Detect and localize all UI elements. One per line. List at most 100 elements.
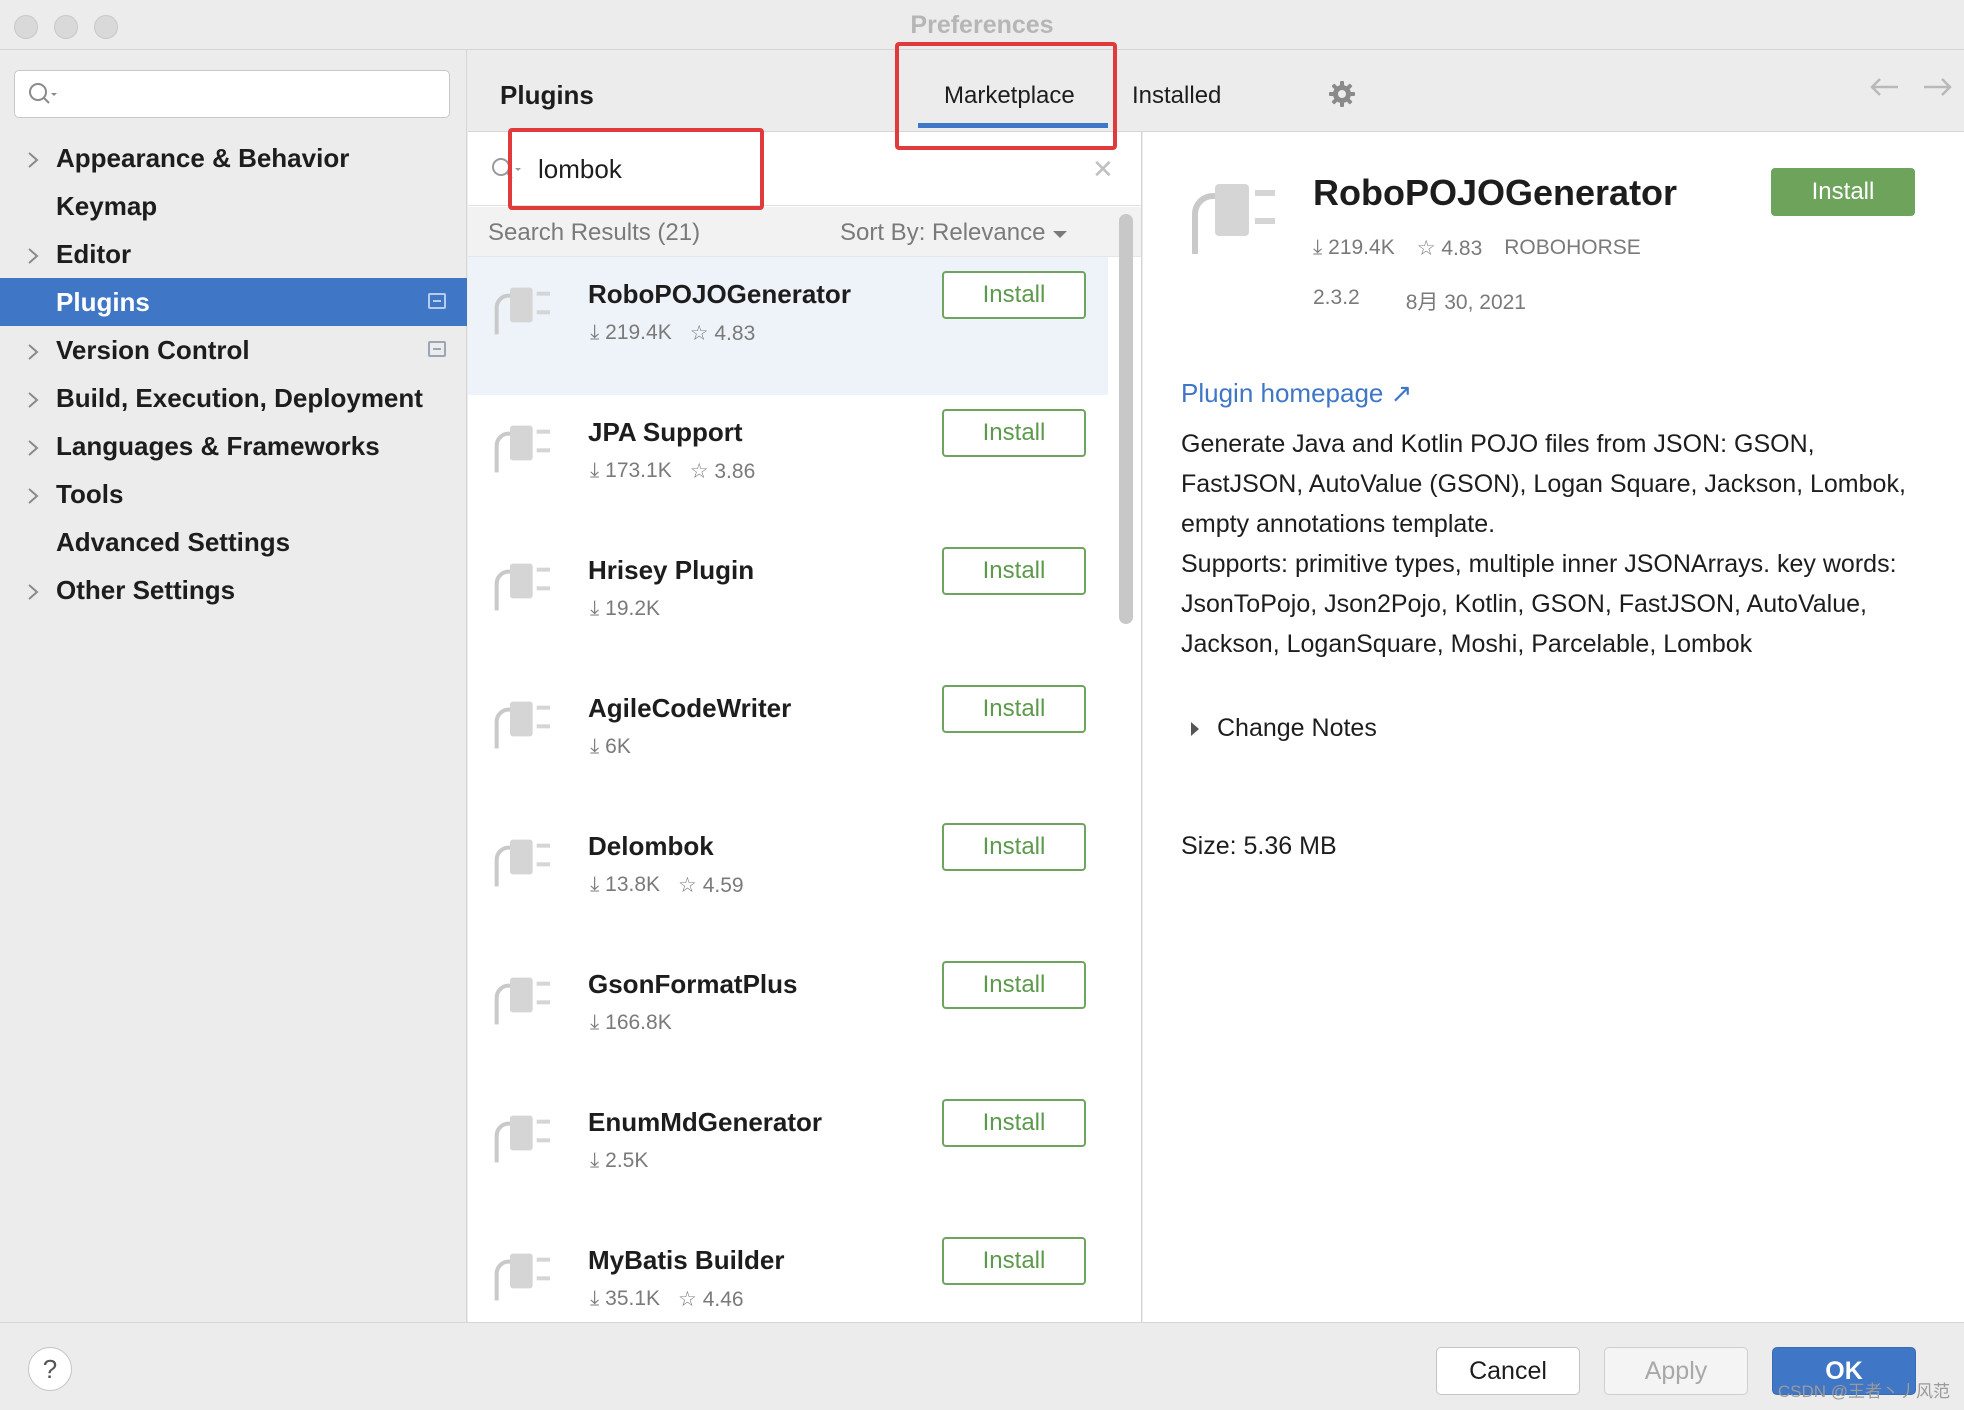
plugin-name: JPA Support	[588, 417, 743, 447]
change-notes-toggle[interactable]: Change Notes	[1191, 714, 1377, 743]
sidebar-item-tools[interactable]: Tools	[0, 470, 467, 518]
sidebar-item-build-execution-deployment[interactable]: Build, Execution, Deployment	[0, 374, 467, 422]
install-button[interactable]: Install	[942, 271, 1086, 319]
plugin-list-item[interactable]: RoboPOJOGenerator ⤓ 219.4K ☆ 4.83 Install	[468, 257, 1108, 395]
sidebar-item-editor[interactable]: Editor	[0, 230, 467, 278]
plugin-list-scrollbar[interactable]	[1119, 214, 1133, 624]
sidebar-item-label: Keymap	[56, 190, 158, 221]
install-button[interactable]: Install	[942, 1237, 1086, 1285]
sidebar-item-label: Languages & Frameworks	[56, 430, 380, 461]
chevron-right-icon[interactable]	[26, 339, 42, 361]
download-icon: ⤓	[590, 873, 600, 896]
plugin-downloads: ⤓ 2.5K	[590, 1149, 649, 1172]
detail-stats: ⤓ 219.4K ☆ 4.83 ROBOHORSE	[1313, 236, 1641, 261]
chevron-right-icon[interactable]	[26, 147, 42, 169]
back-arrow-icon[interactable]	[1868, 76, 1900, 103]
plugin-size: Size: 5.36 MB	[1181, 832, 1337, 860]
plugin-icon	[490, 1247, 554, 1316]
sidebar-item-advanced-settings[interactable]: Advanced Settings	[0, 518, 467, 566]
plugin-search-box[interactable]: ✕	[468, 132, 1141, 206]
install-button[interactable]: Install	[942, 547, 1086, 595]
plugin-stats: ⤓ 219.4K ☆ 4.83	[590, 321, 755, 346]
settings-sidebar: Appearance & Behavior Keymap Editor Plugins…	[0, 50, 467, 1322]
plugin-downloads: ⤓ 6K	[590, 735, 631, 758]
plugin-downloads: ⤓ 13.8K	[590, 873, 661, 896]
sort-dropdown[interactable]: Sort By: Relevance	[840, 219, 1068, 247]
sidebar-item-languages-frameworks[interactable]: Languages & Frameworks	[0, 422, 467, 470]
plugin-downloads: ⤓ 19.2K	[590, 597, 661, 620]
plugin-stats: ⤓ 19.2K	[590, 597, 660, 621]
plugin-stats: ⤓ 173.1K ☆ 3.86	[590, 459, 755, 484]
plugin-search-input[interactable]	[538, 150, 1018, 188]
forward-arrow-icon[interactable]	[1922, 76, 1954, 103]
plugin-stats: ⤓ 2.5K	[590, 1149, 648, 1173]
plugin-downloads: ⤓ 219.4K	[590, 321, 672, 344]
chevron-right-icon[interactable]	[26, 579, 42, 601]
plugin-icon	[490, 557, 554, 626]
chevron-right-icon[interactable]	[26, 435, 42, 457]
detail-plugin-name: RoboPOJOGenerator	[1313, 172, 1678, 213]
plugin-name: AgileCodeWriter	[588, 693, 792, 723]
plugin-name: MyBatis Builder	[588, 1245, 785, 1275]
plugin-list-item[interactable]: Delombok ⤓ 13.8K ☆ 4.59 Install	[468, 809, 1108, 947]
plugin-list-item[interactable]: MyBatis Builder ⤓ 35.1K ☆ 4.46 Install	[468, 1223, 1108, 1322]
sidebar-item-keymap[interactable]: Keymap	[0, 182, 467, 230]
detail-install-button[interactable]: Install	[1771, 168, 1915, 216]
chevron-right-icon[interactable]	[26, 387, 42, 409]
plugin-stats: ⤓ 6K	[590, 735, 631, 759]
disclosure-triangle-icon	[1191, 722, 1199, 737]
install-button[interactable]: Install	[942, 1099, 1086, 1147]
download-icon: ⤓	[590, 321, 600, 344]
results-bar: Search Results (21) Sort By: Relevance	[468, 207, 1141, 257]
sidebar-item-other-settings[interactable]: Other Settings	[0, 566, 467, 614]
apply-button[interactable]: Apply	[1604, 1347, 1748, 1395]
window-title: Preferences	[910, 11, 1054, 39]
download-icon: ⤓	[590, 597, 600, 620]
star-icon: ☆	[689, 322, 709, 345]
detail-downloads: ⤓ 219.4K	[1313, 236, 1395, 259]
plugin-list-item[interactable]: EnumMdGenerator ⤓ 2.5K Install	[468, 1085, 1108, 1223]
plugin-list-item[interactable]: JPA Support ⤓ 173.1K ☆ 3.86 Install	[468, 395, 1108, 533]
plugin-rating: ☆ 4.83	[689, 322, 756, 345]
detail-vendor[interactable]: ROBOHORSE	[1504, 236, 1641, 261]
star-icon: ☆	[1416, 237, 1436, 260]
sidebar-item-plugins[interactable]: Plugins	[0, 278, 467, 326]
sidebar-item-version-control[interactable]: Version Control	[0, 326, 467, 374]
clear-search-icon[interactable]: ✕	[1092, 154, 1114, 185]
settings-nav-tree: Appearance & Behavior Keymap Editor Plugins…	[0, 134, 467, 614]
sidebar-item-label: Plugins	[56, 286, 150, 317]
active-tab-indicator	[918, 123, 1108, 128]
settings-search-input[interactable]	[65, 77, 435, 111]
plugin-list-item[interactable]: Hrisey Plugin ⤓ 19.2K Install	[468, 533, 1108, 671]
watermark: CSDN @王者丶丿风范	[1777, 1382, 1950, 1401]
plugin-downloads: ⤓ 35.1K	[590, 1287, 661, 1310]
install-button[interactable]: Install	[942, 409, 1086, 457]
gear-icon[interactable]	[1328, 80, 1356, 113]
project-settings-icon	[428, 293, 446, 309]
cancel-button[interactable]: Cancel	[1436, 1347, 1580, 1395]
plugin-list-item[interactable]: GsonFormatPlus ⤓ 166.8K Install	[468, 947, 1108, 1085]
plugin-stats: ⤓ 13.8K ☆ 4.59	[590, 873, 744, 898]
sidebar-item-label: Editor	[56, 238, 132, 269]
install-button[interactable]: Install	[942, 823, 1086, 871]
settings-search-box[interactable]	[14, 70, 450, 118]
install-button[interactable]: Install	[942, 961, 1086, 1009]
chevron-right-icon[interactable]	[26, 483, 42, 505]
chevron-right-icon[interactable]	[26, 243, 42, 265]
plugin-list-item[interactable]: AgileCodeWriter ⤓ 6K Install	[468, 671, 1108, 809]
sidebar-item-label: Appearance & Behavior	[56, 142, 350, 173]
tab-installed[interactable]: Installed	[1132, 82, 1221, 110]
help-button[interactable]: ?	[28, 1347, 72, 1391]
plugin-list-panel: ✕ Search Results (21) Sort By: Relevance…	[468, 132, 1142, 1322]
sidebar-item-label: Other Settings	[56, 574, 236, 605]
project-settings-icon	[428, 341, 446, 357]
plugin-homepage-link[interactable]: Plugin homepage ↗	[1181, 378, 1412, 409]
plugin-downloads: ⤓ 166.8K	[590, 1011, 672, 1034]
plugin-name: Delombok	[588, 831, 714, 861]
plugin-list: RoboPOJOGenerator ⤓ 219.4K ☆ 4.83 Install JP…	[468, 257, 1108, 1322]
install-button[interactable]: Install	[942, 685, 1086, 733]
sidebar-item-appearance-behavior[interactable]: Appearance & Behavior	[0, 134, 467, 182]
plugin-downloads: ⤓ 173.1K	[590, 459, 672, 482]
download-icon: ⤓	[590, 1011, 600, 1034]
tab-marketplace[interactable]: Marketplace	[944, 82, 1075, 110]
